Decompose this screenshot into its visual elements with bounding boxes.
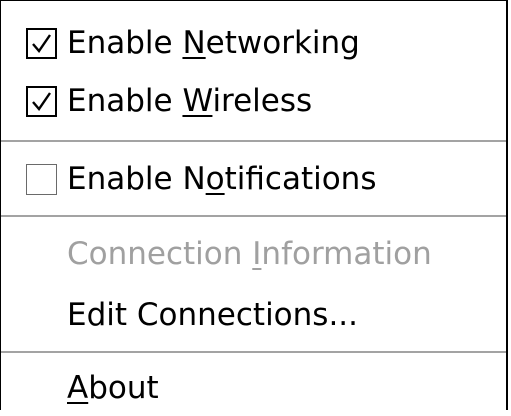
menu-item-edit-connections[interactable]: Edit Connections... [1,287,506,343]
enable-wireless-label: Enable Wireless [67,82,313,119]
menu-item-enable-networking[interactable]: Enable Networking [1,15,506,71]
network-tray-menu: Enable Networking Enable Wireless Enable… [0,0,508,410]
enable-wireless-checkbox[interactable] [26,85,57,117]
enable-networking-checkbox[interactable] [26,27,57,59]
about-label: About [67,369,159,406]
check-mark-icon [32,91,51,111]
menu-item-about[interactable]: About [1,360,506,416]
menu-item-enable-wireless[interactable]: Enable Wireless [1,73,506,129]
menu-item-connection-information: Connection Information [1,226,506,282]
enable-networking-label: Enable Networking [67,24,360,61]
menu-separator [1,215,506,217]
mnemonic: W [182,82,213,119]
mnemonic: A [67,369,89,406]
enable-notifications-label: Enable Notifications [67,160,377,197]
mnemonic: N [182,24,206,61]
menu-separator [1,351,506,353]
edit-connections-label: Edit Connections... [67,296,359,333]
enable-notifications-checkbox[interactable] [26,163,57,195]
mnemonic: o [205,160,225,197]
connection-information-label: Connection Information [67,235,432,272]
menu-separator [1,140,506,142]
check-mark-icon [32,33,51,53]
menu-item-enable-notifications[interactable]: Enable Notifications [1,151,506,207]
